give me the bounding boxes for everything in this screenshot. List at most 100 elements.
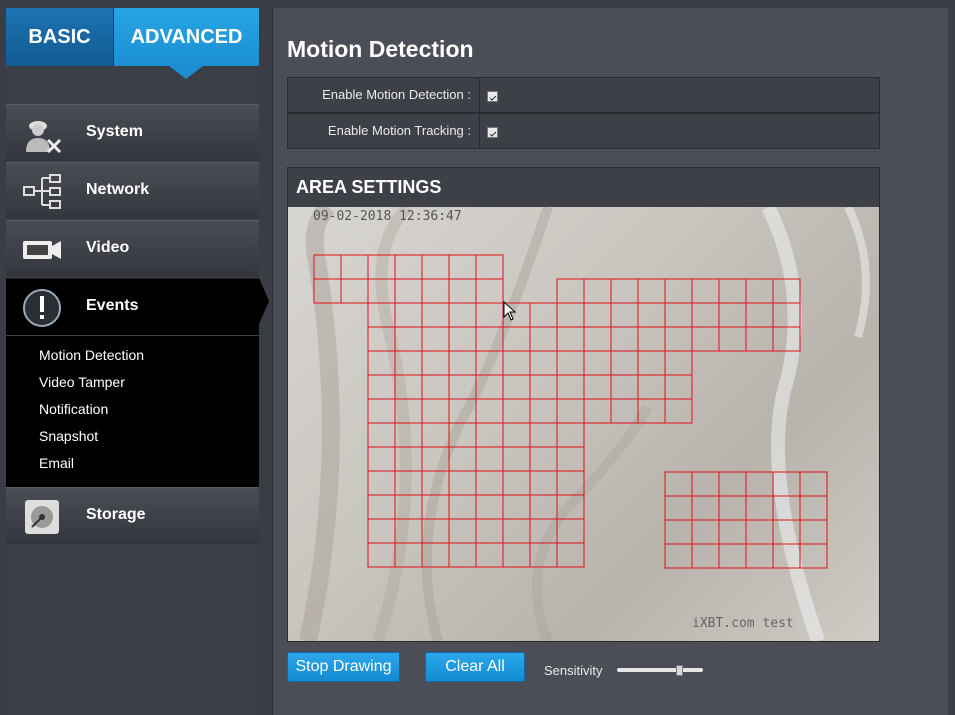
grid-cell[interactable]: [502, 446, 531, 472]
grid-cell[interactable]: [610, 302, 639, 328]
grid-cell[interactable]: [367, 374, 396, 400]
grid-cell[interactable]: [529, 302, 558, 328]
grid-cell[interactable]: [718, 278, 747, 304]
grid-cell[interactable]: [637, 302, 666, 328]
grid-cell[interactable]: [502, 518, 531, 544]
tab-basic[interactable]: BASIC: [6, 8, 114, 66]
grid-cell[interactable]: [367, 542, 396, 568]
grid-cell[interactable]: [664, 495, 693, 521]
grid-cell[interactable]: [502, 494, 531, 520]
grid-cell[interactable]: [637, 278, 666, 304]
grid-cell[interactable]: [664, 471, 693, 497]
grid-cell[interactable]: [448, 302, 477, 328]
grid-cell[interactable]: [502, 374, 531, 400]
submenu-motion-detection[interactable]: Motion Detection: [39, 347, 144, 363]
grid-cell[interactable]: [637, 326, 666, 352]
grid-cell[interactable]: [691, 543, 720, 569]
grid-cell[interactable]: [421, 350, 450, 376]
grid-cell[interactable]: [664, 302, 693, 328]
grid-cell[interactable]: [583, 302, 612, 328]
enable-motion-detection-checkbox[interactable]: [487, 91, 498, 102]
grid-cell[interactable]: [718, 495, 747, 521]
grid-cell[interactable]: [745, 543, 774, 569]
nav-item-events[interactable]: Events: [6, 278, 259, 335]
grid-cell[interactable]: [529, 446, 558, 472]
grid-cell[interactable]: [367, 398, 396, 424]
grid-cell[interactable]: [583, 398, 612, 424]
grid-cell[interactable]: [421, 398, 450, 424]
grid-cell[interactable]: [718, 543, 747, 569]
grid-cell[interactable]: [745, 278, 774, 304]
grid-cell[interactable]: [610, 398, 639, 424]
grid-cell[interactable]: [367, 422, 396, 448]
grid-cell[interactable]: [610, 374, 639, 400]
grid-cell[interactable]: [475, 422, 504, 448]
grid-cell[interactable]: [664, 350, 693, 376]
grid-cell[interactable]: [718, 519, 747, 545]
grid-cell[interactable]: [475, 542, 504, 568]
grid-cell[interactable]: [394, 302, 423, 328]
grid-cell[interactable]: [448, 278, 477, 304]
grid-cell[interactable]: [556, 350, 585, 376]
grid-cell[interactable]: [529, 326, 558, 352]
grid-cell[interactable]: [664, 278, 693, 304]
stop-drawing-button[interactable]: Stop Drawing: [287, 652, 400, 682]
clear-all-button[interactable]: Clear All: [425, 652, 525, 682]
grid-cell[interactable]: [448, 518, 477, 544]
submenu-snapshot[interactable]: Snapshot: [39, 428, 98, 444]
grid-cell[interactable]: [421, 254, 450, 280]
nav-item-video[interactable]: Video: [6, 220, 259, 277]
grid-cell[interactable]: [745, 302, 774, 328]
grid-cell[interactable]: [394, 326, 423, 352]
grid-cell[interactable]: [475, 518, 504, 544]
grid-cell[interactable]: [637, 350, 666, 376]
grid-cell[interactable]: [367, 446, 396, 472]
grid-cell[interactable]: [529, 374, 558, 400]
grid-cell[interactable]: [394, 254, 423, 280]
grid-cell[interactable]: [475, 494, 504, 520]
grid-cell[interactable]: [664, 543, 693, 569]
grid-cell[interactable]: [691, 278, 720, 304]
grid-cell[interactable]: [556, 302, 585, 328]
grid-cell[interactable]: [448, 326, 477, 352]
grid-cell[interactable]: [475, 398, 504, 424]
grid-cell[interactable]: [799, 471, 828, 497]
nav-item-storage[interactable]: Storage: [6, 487, 259, 544]
grid-cell[interactable]: [529, 470, 558, 496]
grid-cell[interactable]: [610, 278, 639, 304]
grid-cell[interactable]: [556, 326, 585, 352]
grid-cell[interactable]: [502, 422, 531, 448]
grid-cell[interactable]: [421, 278, 450, 304]
camera-preview[interactable]: 09-02-2018 12:36:47 iXBT.com test: [288, 207, 879, 641]
grid-cell[interactable]: [448, 542, 477, 568]
grid-cell[interactable]: [799, 495, 828, 521]
grid-cell[interactable]: [556, 446, 585, 472]
grid-cell[interactable]: [367, 494, 396, 520]
grid-cell[interactable]: [529, 422, 558, 448]
grid-cell[interactable]: [475, 446, 504, 472]
grid-cell[interactable]: [502, 350, 531, 376]
grid-cell[interactable]: [556, 422, 585, 448]
grid-cell[interactable]: [475, 278, 504, 304]
grid-cell[interactable]: [556, 326, 585, 352]
nav-item-network[interactable]: Network: [6, 162, 259, 219]
grid-cell[interactable]: [529, 494, 558, 520]
sensitivity-slider[interactable]: [617, 665, 703, 676]
grid-cell[interactable]: [556, 374, 585, 400]
grid-cell[interactable]: [718, 326, 747, 352]
grid-cell[interactable]: [475, 254, 504, 280]
grid-cell[interactable]: [583, 278, 612, 304]
grid-cell[interactable]: [799, 519, 828, 545]
grid-cell[interactable]: [691, 302, 720, 328]
grid-cell[interactable]: [664, 398, 693, 424]
nav-item-system[interactable]: System: [6, 104, 259, 161]
enable-motion-tracking-checkbox[interactable]: [487, 127, 498, 138]
grid-cell[interactable]: [475, 470, 504, 496]
submenu-notification[interactable]: Notification: [39, 401, 108, 417]
grid-cell[interactable]: [421, 302, 450, 328]
grid-cell[interactable]: [340, 278, 369, 304]
grid-cell[interactable]: [367, 518, 396, 544]
grid-cell[interactable]: [583, 326, 612, 352]
grid-cell[interactable]: [691, 326, 720, 352]
submenu-video-tamper[interactable]: Video Tamper: [39, 374, 125, 390]
